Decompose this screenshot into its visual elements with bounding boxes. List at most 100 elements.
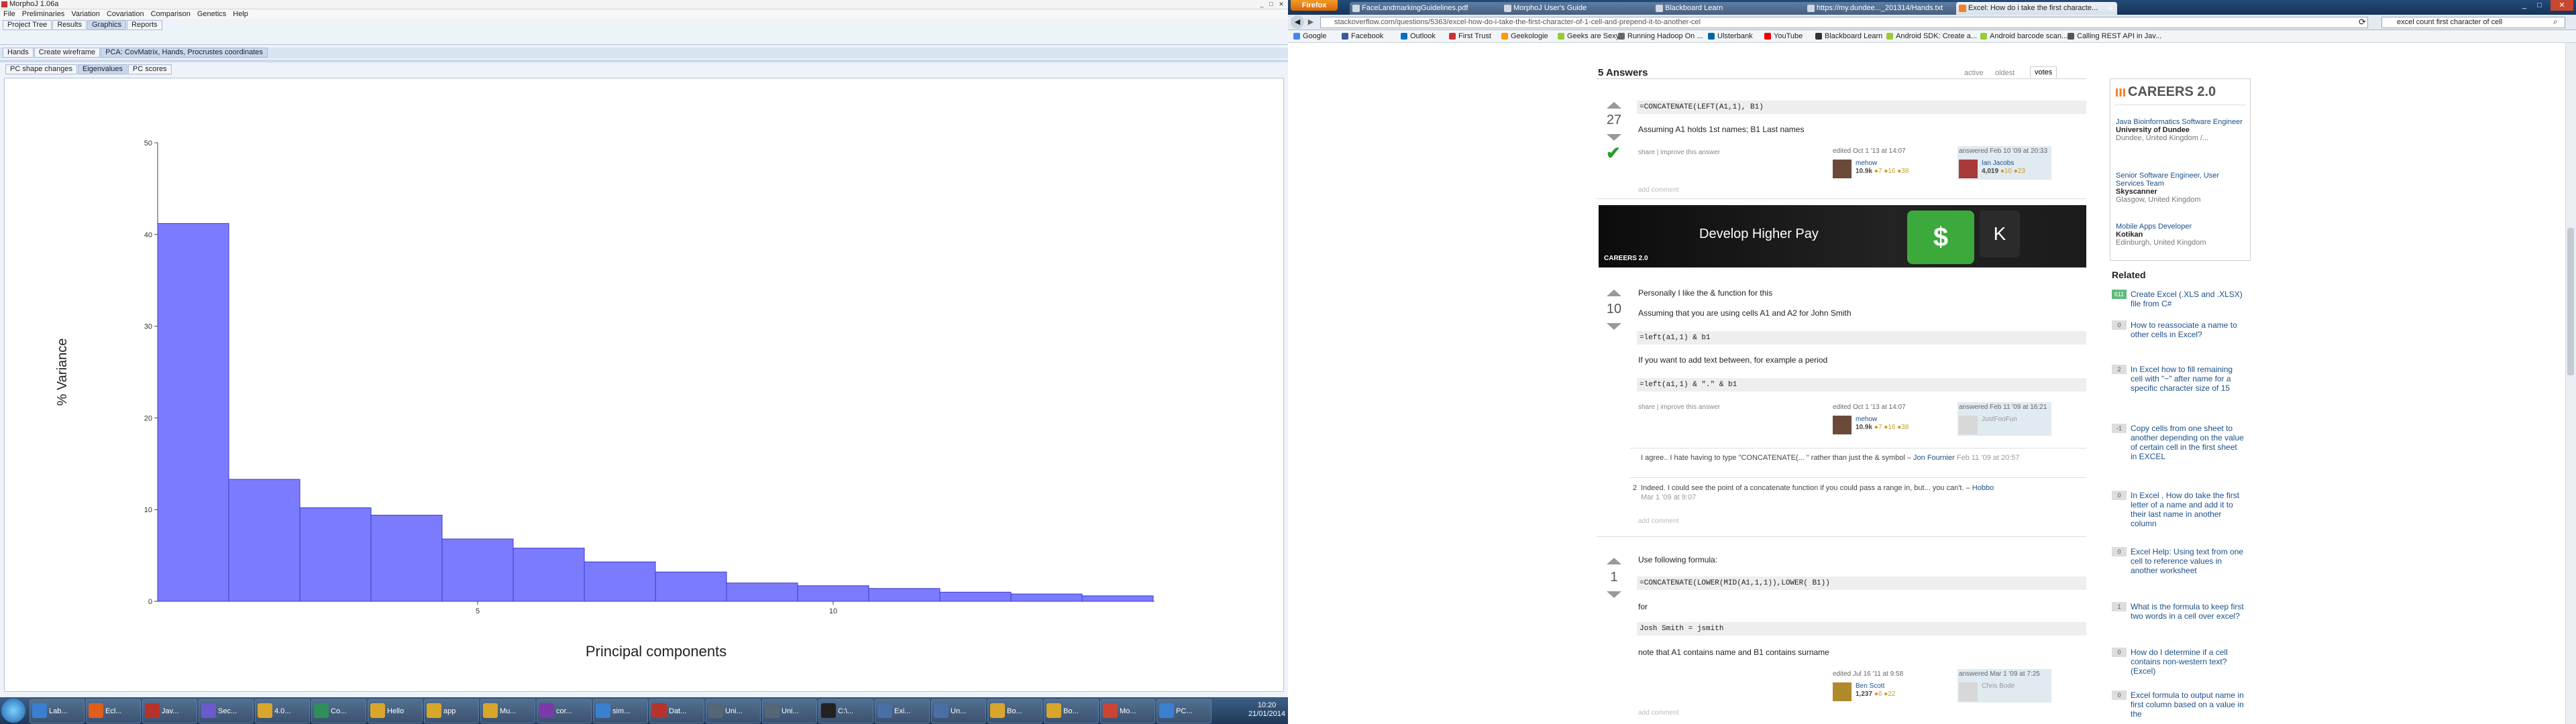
- tab-graphics[interactable]: Graphics: [87, 20, 127, 30]
- new-tab-button[interactable]: +: [2108, 3, 2117, 13]
- job-listing[interactable]: Java Bioinformatics Software Engineer Uni…: [2116, 118, 2243, 142]
- bookmark-item[interactable]: Running Hadoop On ...: [1618, 32, 1703, 41]
- taskbar-app-button[interactable]: 4.0...: [255, 699, 310, 723]
- taskbar-app-button[interactable]: Sec...: [199, 699, 254, 723]
- start-button[interactable]: [1, 699, 25, 723]
- taskbar-app-button[interactable]: Mu...: [480, 699, 535, 723]
- job-listing[interactable]: Senior Software Engineer, User Services …: [2116, 172, 2243, 204]
- menu-comparison[interactable]: Comparison: [148, 9, 194, 19]
- search-icon[interactable]: ⌕: [2553, 17, 2558, 27]
- taskbar-app-button[interactable]: Hello: [368, 699, 423, 723]
- url-bar[interactable]: stackoverflow.com/questions/5363/excel-h…: [1320, 17, 2368, 28]
- bookmark-item[interactable]: Geeks are Sexy: [1558, 32, 1619, 41]
- taskbar-app-button[interactable]: sim...: [593, 699, 648, 723]
- menu-file[interactable]: File: [0, 9, 19, 19]
- upvote-arrow[interactable]: [1607, 558, 1621, 564]
- taskbar-app-button[interactable]: Bo...: [1044, 699, 1099, 723]
- menu-preliminaries[interactable]: Preliminaries: [19, 9, 68, 19]
- minimize-icon[interactable]: _: [1258, 1, 1265, 7]
- bookmark-item[interactable]: Geekologie: [1501, 32, 1548, 41]
- tab-pca[interactable]: PCA: CovMatrix, Hands, Procrustes coordi…: [101, 48, 268, 58]
- reload-icon[interactable]: ⟳: [2359, 17, 2366, 27]
- menu-variation[interactable]: Variation: [68, 9, 103, 19]
- taskbar-app-button[interactable]: Exi...: [875, 699, 930, 723]
- tab-reports[interactable]: Reports: [127, 20, 162, 30]
- share-link[interactable]: share | improve this answer: [1638, 404, 1720, 411]
- sort-oldest[interactable]: oldest: [1995, 69, 2015, 77]
- taskbar-app-button[interactable]: Uni...: [706, 699, 761, 723]
- sort-active[interactable]: active: [1964, 69, 1984, 77]
- upvote-arrow[interactable]: [1607, 102, 1621, 109]
- job-listing[interactable]: Mobile Apps Developer Kotikan Edinburgh, U…: [2116, 223, 2243, 247]
- share-link[interactable]: share | improve this answer: [1638, 149, 1720, 156]
- tab-eigenvalues[interactable]: Eigenvalues: [77, 64, 127, 74]
- menu-help[interactable]: Help: [229, 9, 252, 19]
- sort-votes[interactable]: votes: [2030, 66, 2057, 78]
- bookmark-item[interactable]: Android barcode scan...: [1980, 32, 2068, 41]
- maximize-icon[interactable]: □: [1268, 1, 1275, 7]
- tab-results[interactable]: Results: [52, 20, 87, 30]
- taskbar-app-button[interactable]: Uni...: [762, 699, 817, 723]
- related-question-link[interactable]: Copy cells from one sheet to another dep…: [2131, 424, 2245, 461]
- taskbar-app-button[interactable]: PC...: [1157, 699, 1212, 723]
- bookmark-item[interactable]: Calling REST API in Jav...: [2068, 32, 2161, 41]
- taskbar-app-button[interactable]: cor...: [537, 699, 592, 723]
- menu-genetics[interactable]: Genetics: [194, 9, 229, 19]
- scrollbar-thumb[interactable]: [2567, 228, 2574, 375]
- bookmark-item[interactable]: First Trust: [1449, 32, 1491, 41]
- tab-pc-shape-changes[interactable]: PC shape changes: [5, 64, 77, 74]
- browser-tab[interactable]: MorphoJ User's Guide: [1501, 2, 1662, 15]
- add-comment-link[interactable]: add comment: [1638, 518, 1679, 525]
- related-question-link[interactable]: In Excel how to fill remaining cell with…: [2131, 365, 2245, 393]
- bookmark-item[interactable]: Google: [1293, 32, 1326, 41]
- downvote-arrow[interactable]: [1607, 323, 1621, 330]
- bookmark-item[interactable]: Android SDK: Create a...: [1886, 32, 1977, 41]
- maximize-icon[interactable]: □: [2537, 1, 2542, 9]
- taskbar-app-button[interactable]: C:\...: [818, 699, 873, 723]
- taskbar-app-button[interactable]: app: [424, 699, 479, 723]
- taskbar-app-button[interactable]: Co...: [311, 699, 366, 723]
- forward-button[interactable]: ▶: [1305, 17, 1316, 27]
- browser-tab[interactable]: FaceLandmarkingGuidelines.pdf: [1350, 2, 1511, 15]
- bookmark-item[interactable]: Facebook: [1342, 32, 1383, 41]
- tab-project-tree[interactable]: Project Tree: [3, 20, 52, 30]
- related-question-link[interactable]: How to reassociate a name to other cells…: [2131, 320, 2245, 339]
- add-comment-link[interactable]: add comment: [1638, 709, 1679, 717]
- menu-covariation[interactable]: Covariation: [103, 9, 148, 19]
- browser-tab-active[interactable]: Excel: How do i take the first characte.…: [1956, 2, 2117, 15]
- browser-tab[interactable]: https://my.dundee..._201314/Hands.txt: [1805, 2, 1966, 15]
- search-input[interactable]: excel count first character of cell: [2381, 17, 2565, 28]
- page-scrollbar[interactable]: [2565, 43, 2576, 724]
- tab-create-wireframe[interactable]: Create wireframe: [34, 48, 101, 58]
- taskbar-app-button[interactable]: Jav...: [142, 699, 197, 723]
- taskbar-app-button[interactable]: Lab...: [30, 699, 85, 723]
- taskbar-app-button[interactable]: Mo...: [1100, 699, 1155, 723]
- tab-hands[interactable]: Hands: [3, 48, 34, 58]
- taskbar-app-button[interactable]: Dat...: [649, 699, 704, 723]
- bookmark-item[interactable]: Ulsterbank: [1708, 32, 1753, 41]
- related-question-link[interactable]: Create Excel (.XLS and .XLSX) file from …: [2131, 290, 2245, 308]
- bookmark-item[interactable]: YouTube: [1764, 32, 1803, 41]
- tab-pc-scores[interactable]: PC scores: [127, 64, 172, 74]
- related-question-link[interactable]: What is the formula to keep first two wo…: [2131, 602, 2245, 621]
- taskbar-app-button[interactable]: Bo...: [987, 699, 1042, 723]
- clock[interactable]: 10:20 21/01/2014: [1248, 701, 1285, 719]
- browser-tab[interactable]: Blackboard Learn: [1653, 2, 1814, 15]
- minimize-icon[interactable]: _: [2522, 1, 2526, 9]
- taskbar-app-button[interactable]: Ecl...: [86, 699, 141, 723]
- bookmark-item[interactable]: Blackboard Learn: [1815, 32, 1882, 41]
- upvote-arrow[interactable]: [1607, 290, 1621, 296]
- related-question-link[interactable]: Excel formula to output name in first co…: [2131, 690, 2245, 719]
- downvote-arrow[interactable]: [1607, 591, 1621, 598]
- downvote-arrow[interactable]: [1607, 134, 1621, 141]
- close-icon[interactable]: ✕: [2551, 0, 2573, 11]
- related-question-link[interactable]: Excel Help: Using text from one cell to …: [2131, 547, 2245, 575]
- bookmark-item[interactable]: Outlook: [1401, 32, 1436, 41]
- taskbar-app-button[interactable]: Un...: [931, 699, 986, 723]
- add-comment-link[interactable]: add comment: [1638, 186, 1679, 194]
- firefox-menu-button[interactable]: Firefox: [1291, 0, 1338, 11]
- careers-advertisement[interactable]: Develop Higher Pay $ K CAREERS 2.0: [1599, 205, 2086, 267]
- related-question-link[interactable]: How do I determine if a cell contains no…: [2131, 648, 2245, 676]
- related-question-link[interactable]: In Excel , How do take the first letter …: [2131, 491, 2245, 528]
- back-button[interactable]: ◀: [1291, 15, 1304, 29]
